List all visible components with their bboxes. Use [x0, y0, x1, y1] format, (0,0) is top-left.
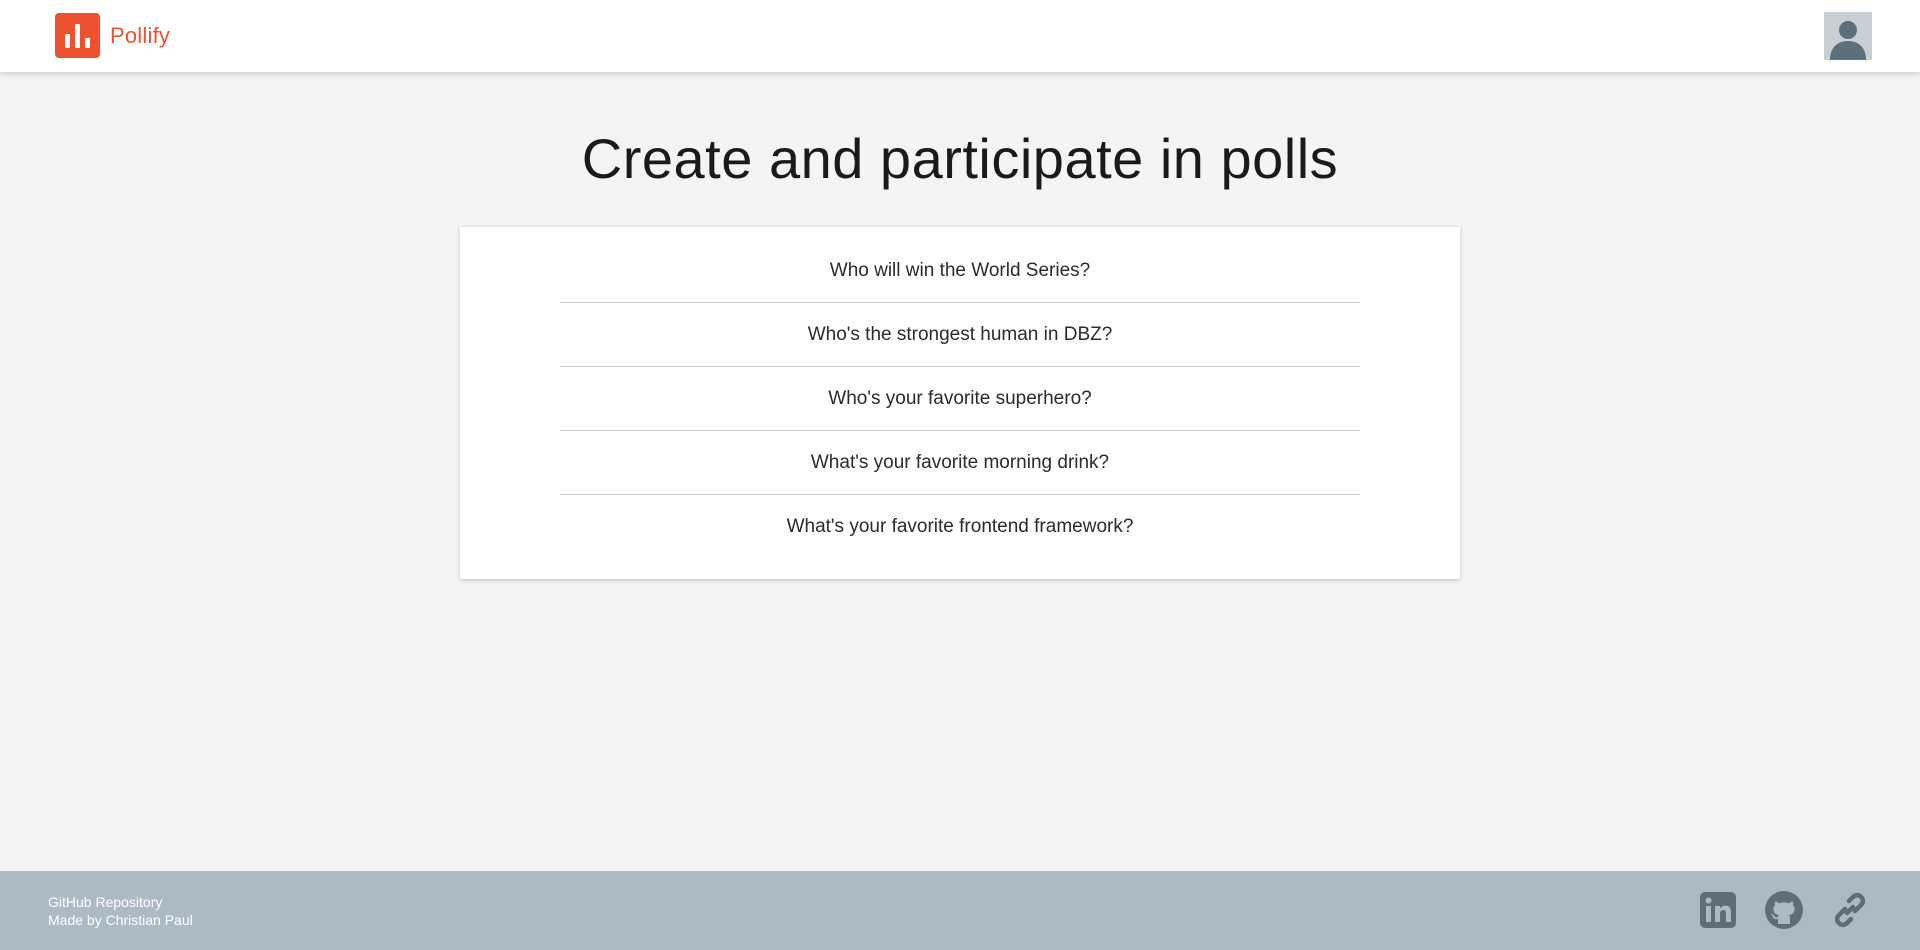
pollify-page: Pollify Create and participate in polls …: [0, 0, 1920, 950]
poll-list-card: Who will win the World Series? Who's the…: [460, 227, 1460, 579]
bar-chart-icon: [55, 13, 100, 58]
linkedin-icon[interactable]: [1698, 890, 1738, 930]
brand-home-link[interactable]: Pollify: [55, 13, 170, 58]
footer-links: GitHub Repository Made by Christian Paul: [48, 893, 193, 929]
github-repository-link[interactable]: GitHub Repository: [48, 893, 193, 911]
top-navbar: Pollify: [0, 0, 1920, 72]
logo-bar: [75, 24, 80, 48]
user-avatar-button[interactable]: [1824, 12, 1872, 60]
poll-list-item[interactable]: What's your favorite frontend framework?: [560, 495, 1360, 559]
poll-list-item[interactable]: Who's your favorite superhero?: [560, 367, 1360, 431]
logo-bar: [85, 38, 90, 48]
logo-bar: [65, 34, 70, 48]
page-title: Create and participate in polls: [581, 127, 1339, 190]
author-link[interactable]: Made by Christian Paul: [48, 911, 193, 929]
user-silhouette-icon: [1830, 21, 1866, 60]
page-footer: GitHub Repository Made by Christian Paul: [0, 871, 1920, 950]
social-links: [1698, 890, 1870, 930]
poll-list-item[interactable]: Who will win the World Series?: [560, 239, 1360, 303]
link-icon[interactable]: [1830, 890, 1870, 930]
github-icon[interactable]: [1764, 890, 1804, 930]
poll-list-item[interactable]: Who's the strongest human in DBZ?: [560, 303, 1360, 367]
poll-list-item[interactable]: What's your favorite morning drink?: [560, 431, 1360, 495]
brand-name: Pollify: [110, 22, 171, 48]
